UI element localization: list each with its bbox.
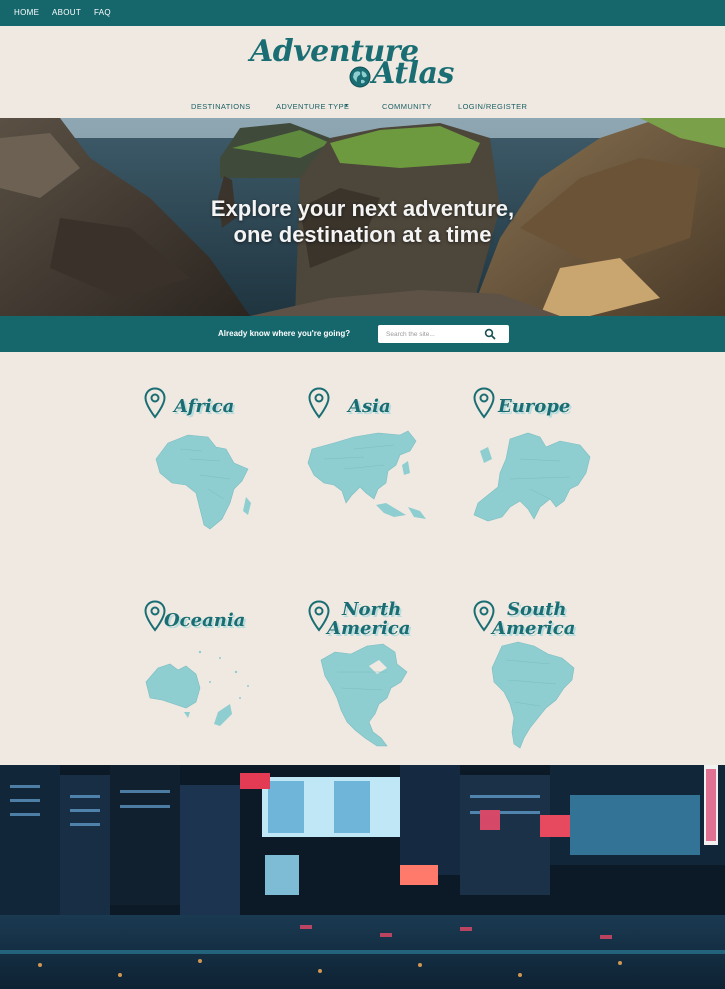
nav-destinations-link[interactable]: DESTINATIONS: [191, 102, 251, 111]
region-name-africa: Africa: [174, 396, 235, 417]
chevron-down-icon[interactable]: ▾: [345, 102, 348, 109]
nav-faq-link[interactable]: FAQ: [94, 8, 111, 17]
hero-headline-line1: Explore your next adventure,: [210, 196, 515, 221]
region-card-north-america[interactable]: North America: [305, 600, 435, 755]
region-card-africa[interactable]: Africa: [140, 387, 270, 537]
region-name-south-america-line2: America: [492, 618, 576, 639]
north-america-map-icon: [320, 643, 408, 747]
south-america-map-icon: [491, 641, 575, 749]
regions-grid: Africa Asia Europe Oceania North America…: [0, 352, 725, 765]
oceania-map-icon: [145, 650, 249, 726]
region-name-oceania: Oceania: [164, 610, 246, 631]
nav-login-register-link[interactable]: LOGIN/REGISTER: [458, 102, 527, 111]
nav-community-link[interactable]: COMMUNITY: [382, 102, 432, 111]
site-header: Adventure Atlas DESTINATIONS ADVENTURE T…: [0, 26, 725, 118]
logo-text-line2: Atlas: [372, 56, 454, 91]
search-box: [378, 325, 509, 343]
search-section: Already know where you're going?: [0, 316, 725, 352]
region-name-north-america-line2: America: [327, 618, 411, 639]
hero-headline-line2: one destination at a time: [233, 222, 492, 247]
nav-home-link[interactable]: HOME: [14, 8, 39, 17]
map-pin-icon: [144, 387, 166, 419]
asia-map-icon: [307, 430, 426, 519]
globe-icon: [349, 66, 371, 88]
region-name-north-america-line1: North: [342, 599, 402, 620]
top-navigation-bar: HOME ABOUT FAQ: [0, 0, 725, 26]
region-card-south-america[interactable]: South America: [470, 600, 600, 755]
city-night-image: [0, 765, 725, 989]
hero-banner: Explore your next adventure, one destina…: [0, 118, 725, 316]
city-night-illustration: [0, 765, 725, 989]
nav-adventure-type-link[interactable]: ADVENTURE TYPE: [276, 102, 349, 111]
map-pin-icon: [473, 387, 495, 419]
search-icon[interactable]: [484, 328, 496, 340]
region-name-asia: Asia: [348, 396, 391, 417]
search-input[interactable]: [386, 328, 486, 340]
africa-map-icon: [155, 434, 251, 530]
region-name-south-america-line1: South: [507, 599, 567, 620]
nav-about-link[interactable]: ABOUT: [52, 8, 81, 17]
search-label: Already know where you're going?: [218, 329, 351, 338]
region-card-oceania[interactable]: Oceania: [140, 600, 270, 750]
hero-headline: Explore your next adventure, one destina…: [0, 196, 725, 248]
region-card-asia[interactable]: Asia: [300, 387, 440, 537]
europe-map-icon: [473, 432, 591, 522]
region-card-europe[interactable]: Europe: [468, 387, 608, 537]
region-name-europe: Europe: [498, 396, 571, 417]
map-pin-icon: [308, 387, 330, 419]
